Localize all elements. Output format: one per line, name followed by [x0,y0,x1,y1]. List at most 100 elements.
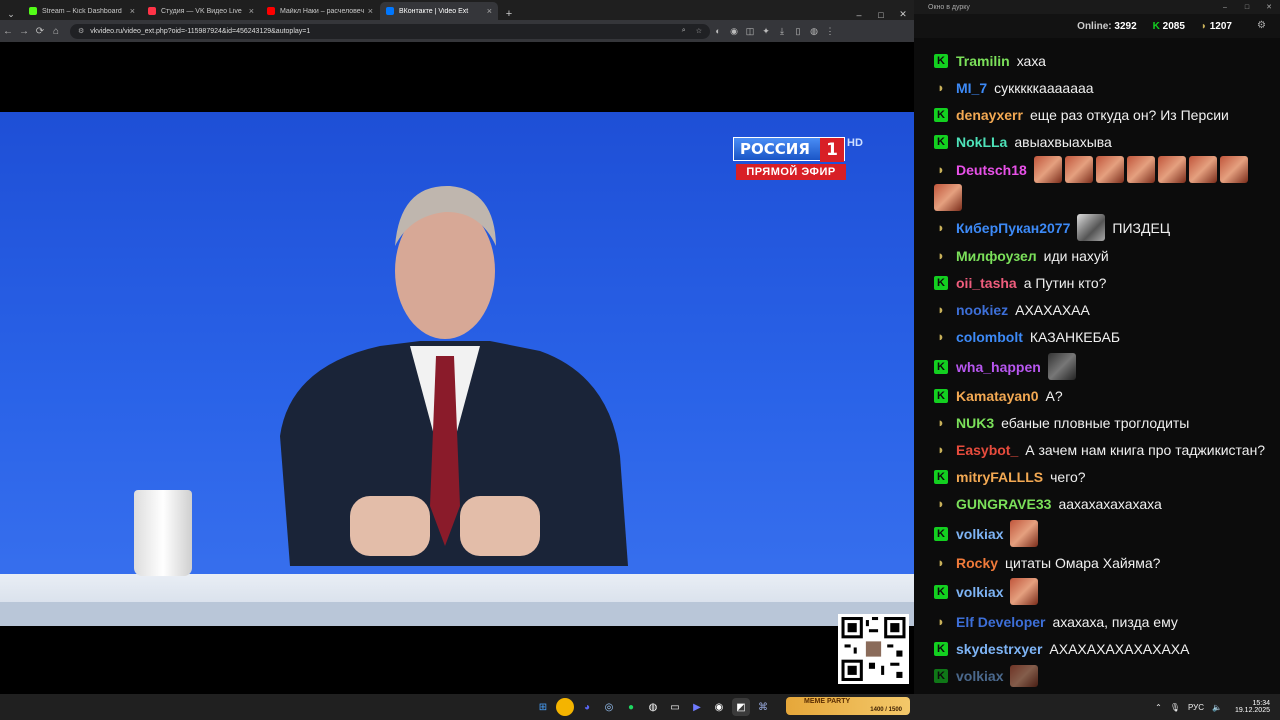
app-icon[interactable]: ▭ [666,698,684,716]
puzzle-icon[interactable]: ✦ [758,26,774,37]
forward-arrow-icon[interactable]: → [16,26,32,37]
maximize-icon[interactable]: □ [870,10,892,20]
chat-username[interactable]: denayxerr [956,106,1023,124]
chat-username[interactable]: volkiax [956,525,1003,543]
chevron-up-icon[interactable]: ⌃ [1155,703,1162,712]
chat-username[interactable]: Милфоузел [956,247,1037,265]
chat-username[interactable]: Tramilin [956,52,1010,70]
extension-icon[interactable]: ◫ [742,26,758,37]
chat-message: ◗ NUK3 ебаные пловные троглодиты [934,414,1189,432]
close-tab-icon[interactable]: × [487,6,492,16]
chat-username[interactable]: Easybot_ [956,441,1018,459]
extension-icon[interactable]: ◉ [726,26,742,37]
thermos-cup [134,490,192,576]
discord-icon[interactable]: ◕ [578,698,596,716]
close-tab-icon[interactable]: × [130,6,135,16]
laughing-man-emote [1219,156,1248,183]
back-arrow-icon[interactable]: ← [0,26,16,37]
tab-youtube[interactable]: Майкл Наки – расчеловечива... × [261,2,379,20]
home-icon[interactable]: ⌂ [48,26,64,37]
maximize-icon[interactable]: □ [1236,4,1258,11]
download-icon[interactable]: ⤓ [774,26,790,37]
obs-icon[interactable]: ◍ [644,698,662,716]
chat-username[interactable]: NokLLa [956,133,1007,151]
chat-username[interactable]: volkiax [956,667,1003,685]
chat-text: цитаты Омара Хайяма? [1005,555,1161,571]
tab-title: ВКонтакте | Video Ext [399,7,469,15]
spotify-icon[interactable]: ● [622,698,640,716]
meme-party-widget[interactable]: MEME PARTY 1400 / 1500 [786,697,910,715]
site-info-icon[interactable]: ⚙ [78,27,84,35]
new-tab-button[interactable]: + [498,8,520,20]
bookmark-star-icon[interactable]: ☆ [696,27,702,35]
close-tab-icon[interactable]: × [249,6,254,16]
letterbox-bottom [0,626,914,694]
reload-icon[interactable]: ⟳ [32,26,48,37]
chat-message-list[interactable]: K Tramilin хаха ◗ MI_7 сукккккааааааа Kdenay… [914,44,1280,694]
tab-search-icon[interactable]: ⌄ [0,9,22,20]
tab-kick-dashboard[interactable]: Stream – Kick Dashboard × [23,2,141,20]
steam-icon[interactable]: ◎ [600,698,618,716]
chat-window: Окно в дурку – □ ✕ Online: 3292 K 2085 ◗… [914,0,1280,694]
close-tab-icon[interactable]: × [368,6,373,16]
online-count: 3292 [1114,20,1137,32]
coin-badge-icon: ◗ [937,415,945,430]
extension-icon[interactable]: ◐ [710,26,726,36]
chat-username[interactable]: oii_tasha [956,274,1017,292]
clock[interactable]: 15:34 19.12.2025 [1235,694,1270,720]
speaker-icon[interactable]: 🔈 [1212,703,1222,712]
chat-username[interactable]: skydestrxyer [956,640,1042,658]
address-bar[interactable]: ⚙ vkvideo.ru/video_ext.php?oid=-11598792… [70,23,710,39]
meme-party-title: MEME PARTY [804,698,851,705]
chat-username[interactable]: wha_happen [956,358,1041,376]
chat-text: сукккккааааааа [994,80,1094,96]
chat-username[interactable]: nookiez [956,301,1008,319]
language-indicator[interactable]: РУС [1188,703,1204,712]
profile-icon[interactable]: ◍ [806,26,822,37]
kick-badge-icon: K [934,135,948,149]
start-menu-icon[interactable]: ⊞ [534,698,552,716]
close-window-icon[interactable]: ✕ [1258,3,1280,11]
tab-vk-studio[interactable]: Студия — VK Видео Live × [142,2,260,20]
tab-vk-video-ext[interactable]: ВКонтакте | Video Ext × [380,2,498,20]
chat-username[interactable]: NUK3 [956,414,994,432]
url-text: vkvideo.ru/video_ext.php?oid=-115987924&… [90,27,311,35]
zoom-icon[interactable]: ⌕ [682,27,686,35]
chat-username[interactable]: colombolt [956,328,1023,346]
chat-username[interactable]: Deutsch18 [956,161,1027,179]
app-icon[interactable]: ◉ [710,698,728,716]
chat-username[interactable]: Kamatayan0 [956,387,1039,405]
clock-time: 15:34 [1252,700,1270,707]
chat-text: иди нахуй [1043,248,1109,264]
laughing-man-emote [1033,156,1062,183]
chat-username[interactable]: mitryFALLLS [956,468,1043,486]
channel-number: 1 [820,138,844,162]
close-window-icon[interactable]: ✕ [892,9,914,20]
media-player-icon[interactable]: ▶ [688,698,706,716]
live-badge: ПРЯМОЙ ЭФИР [736,164,846,180]
chat-window-titlebar: Окно в дурку – □ ✕ [914,0,1280,14]
settings-gear-icon[interactable]: ⚙ [1257,20,1266,31]
app-icon[interactable]: ⌘ [754,698,772,716]
chat-text: А? [1045,388,1063,404]
chat-username[interactable]: volkiax [956,583,1003,601]
chat-username[interactable]: GUNGRAVE33 [956,495,1051,513]
chat-username[interactable]: КиберПукан2077 [956,219,1070,237]
chat-message: Kwha_happen [934,353,1079,380]
chrome-icon[interactable] [556,698,574,716]
coin-badge-icon: ◗ [937,219,945,235]
address-row: ← → ⟳ ⌂ ⚙ vkvideo.ru/video_ext.php?oid=-… [0,20,914,42]
chat-username[interactable]: Elf Developer [956,613,1045,631]
sidepanel-icon[interactable]: ▯ [790,26,806,37]
video-player[interactable]: РОССИЯ 1 HD ПРЯМОЙ ЭФИР [0,112,914,626]
minimize-icon[interactable]: – [1214,4,1236,11]
chat-text: ПИЗДЕЦ [1112,219,1171,236]
coin-badge-icon: ◗ [937,329,945,344]
minimize-icon[interactable]: – [848,10,870,20]
chat-message: ◗ КиберПукан2077 ПИЗДЕЦ [934,214,1170,241]
chat-username[interactable]: MI_7 [956,79,987,97]
microphone-icon[interactable]: 🎙 [1170,703,1180,712]
chat-username[interactable]: Rocky [956,554,998,572]
menu-icon[interactable]: ⋮ [822,26,838,37]
chat-app-icon[interactable]: ◩ [732,698,750,716]
